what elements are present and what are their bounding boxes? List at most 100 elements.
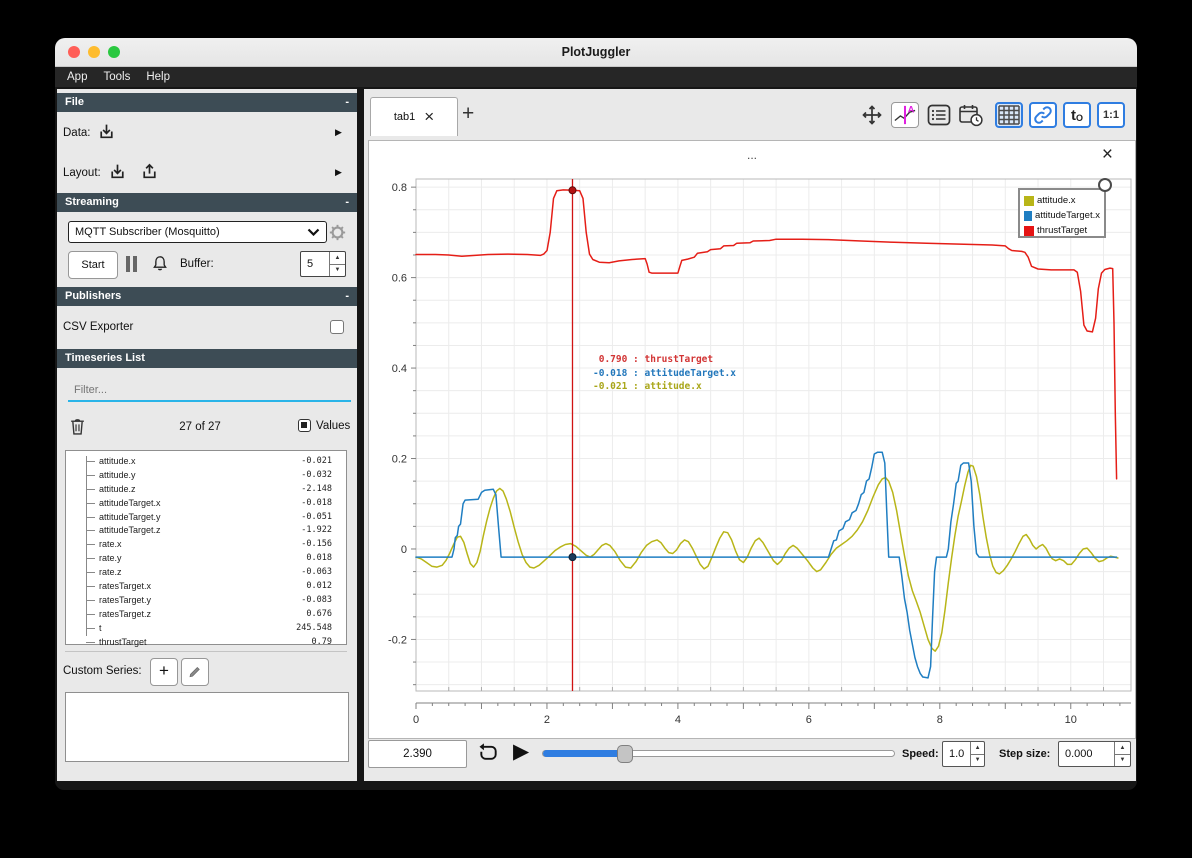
- timeseries-row[interactable]: attitudeTarget.y -0.051: [66, 510, 346, 524]
- timeseries-row[interactable]: rate.z -0.063: [66, 565, 346, 579]
- date-time-icon[interactable]: [957, 102, 985, 128]
- edit-custom-series-button[interactable]: [181, 658, 209, 686]
- buffer-spinbox[interactable]: 5 ▲ ▼: [300, 251, 346, 277]
- section-header-timeseries[interactable]: Timeseries List: [57, 349, 357, 368]
- timeseries-tree[interactable]: attitude.x -0.021 attitude.y -0.032 attitude…: [65, 450, 347, 647]
- timeseries-row[interactable]: rate.y 0.018: [66, 551, 346, 565]
- legend-collapse-handle[interactable]: [1098, 178, 1112, 192]
- chevron-down-icon: [307, 228, 320, 236]
- section-title: Timeseries List: [65, 352, 145, 364]
- menu-tools[interactable]: Tools: [97, 71, 136, 83]
- menu-bar: App Tools Help: [55, 67, 1137, 87]
- list-view-icon[interactable]: [925, 102, 953, 128]
- step-size-value: 0.000: [1065, 748, 1093, 760]
- tracker-dot-thrustTarget: [568, 186, 577, 195]
- svg-text:2: 2: [544, 714, 550, 726]
- timeseries-name: ratesTarget.y: [99, 594, 152, 605]
- save-layout-icon[interactable]: [140, 162, 159, 181]
- timeseries-row[interactable]: attitudeTarget.x -0.018: [66, 496, 346, 510]
- svg-text:8: 8: [937, 714, 943, 726]
- pan-zoom-icon[interactable]: [858, 102, 886, 128]
- timeseries-row[interactable]: attitude.y -0.032: [66, 468, 346, 482]
- timeseries-name: thrustTarget: [99, 636, 147, 647]
- plot-legend[interactable]: attitude.x attitudeTarget.x thrustTarget: [1018, 188, 1106, 238]
- timeseries-name: attitude.z: [99, 483, 136, 494]
- tab-close-icon[interactable]: ×: [424, 108, 434, 125]
- sidebar: File - Data: ▶ Layout: ▶ Streaming - MQT…: [57, 89, 357, 781]
- play-button[interactable]: ▶: [513, 739, 529, 764]
- filter-input[interactable]: [68, 380, 351, 402]
- timeseries-value: -0.021: [301, 455, 332, 466]
- svg-text:0.4: 0.4: [392, 363, 407, 375]
- timeseries-row[interactable]: thrustTarget 0.79: [66, 635, 346, 649]
- collapse-icon[interactable]: -: [345, 93, 349, 112]
- gear-icon[interactable]: [329, 224, 346, 241]
- timeseries-row[interactable]: ratesTarget.x 0.012: [66, 579, 346, 593]
- main-area: tab1 × + A t O 1:1 ... × 0 2 4 6 8 10 -0…: [364, 89, 1136, 781]
- curve-tracker-icon[interactable]: A: [891, 102, 919, 128]
- tracker-dot-attitudeTarget.x: [568, 553, 577, 562]
- start-button[interactable]: Start: [68, 251, 118, 279]
- svg-text:0.2: 0.2: [392, 454, 407, 466]
- spin-down-icon[interactable]: ▼: [330, 265, 345, 277]
- collapse-icon[interactable]: -: [345, 287, 349, 306]
- playback-slider[interactable]: [542, 750, 895, 757]
- zoom-1-1-icon[interactable]: 1:1: [1097, 102, 1125, 128]
- speed-spin-arrows[interactable]: ▲ ▼: [970, 742, 984, 766]
- section-header-publishers[interactable]: Publishers -: [57, 287, 357, 306]
- legend-entry[interactable]: attitude.x: [1024, 193, 1100, 208]
- speed-spinbox[interactable]: 1.0 ▲ ▼: [942, 741, 985, 767]
- time-offset-icon[interactable]: tO: [1063, 102, 1091, 128]
- pencil-icon: [189, 666, 200, 678]
- playback-time-field[interactable]: 2.390: [368, 740, 467, 768]
- pause-icon[interactable]: [126, 256, 138, 272]
- timeseries-row[interactable]: t 245.548: [66, 621, 346, 635]
- step-spin-arrows[interactable]: ▲ ▼: [1114, 742, 1130, 766]
- legend-entry[interactable]: attitudeTarget.x: [1024, 208, 1100, 223]
- spin-down-icon[interactable]: ▼: [971, 755, 984, 767]
- streaming-source-select[interactable]: MQTT Subscriber (Mosquitto): [68, 221, 327, 243]
- grid-view-icon[interactable]: [995, 102, 1023, 128]
- svg-text:10: 10: [1065, 714, 1077, 726]
- series-count: 27 of 27: [179, 421, 221, 433]
- loop-icon[interactable]: [477, 742, 500, 765]
- new-tab-button[interactable]: +: [462, 102, 474, 126]
- tab-tab1[interactable]: tab1 ×: [370, 97, 458, 136]
- load-layout-icon[interactable]: [108, 162, 127, 181]
- section-header-file[interactable]: File -: [57, 93, 357, 112]
- csv-exporter-checkbox[interactable]: [330, 320, 344, 334]
- custom-series-list[interactable]: [65, 692, 349, 762]
- buffer-spin-arrows[interactable]: ▲ ▼: [329, 252, 345, 276]
- trash-icon[interactable]: [69, 417, 86, 436]
- spin-down-icon[interactable]: ▼: [1115, 755, 1130, 767]
- link-axes-icon[interactable]: [1029, 102, 1057, 128]
- timeseries-name: attitudeTarget.z: [99, 525, 161, 536]
- slider-handle[interactable]: [617, 745, 634, 763]
- timeseries-row[interactable]: attitudeTarget.z -1.922: [66, 523, 346, 537]
- bell-icon[interactable]: [151, 255, 169, 272]
- app-window: PlotJuggler App Tools Help File - Data: ▶ …: [55, 38, 1137, 790]
- svg-text:0.6: 0.6: [392, 273, 407, 285]
- values-checkbox[interactable]: [298, 419, 311, 432]
- load-data-icon[interactable]: [97, 122, 116, 141]
- spin-up-icon[interactable]: ▲: [971, 742, 984, 755]
- timeseries-row[interactable]: ratesTarget.y -0.083: [66, 593, 346, 607]
- spin-up-icon[interactable]: ▲: [330, 252, 345, 265]
- timeseries-row[interactable]: ratesTarget.z 0.676: [66, 607, 346, 621]
- menu-help[interactable]: Help: [140, 71, 176, 83]
- step-size-spinbox[interactable]: 0.000 ▲ ▼: [1058, 741, 1131, 767]
- collapse-icon[interactable]: -: [345, 193, 349, 212]
- timeseries-row[interactable]: rate.x -0.156: [66, 537, 346, 551]
- data-label: Data:: [63, 127, 91, 139]
- timeseries-row[interactable]: attitude.z -2.148: [66, 482, 346, 496]
- timeseries-row[interactable]: attitude.x -0.021: [66, 454, 346, 468]
- legend-entry[interactable]: thrustTarget: [1024, 223, 1100, 238]
- add-custom-series-button[interactable]: +: [150, 658, 178, 686]
- section-header-streaming[interactable]: Streaming -: [57, 193, 357, 212]
- legend-label: attitudeTarget.x: [1035, 210, 1100, 221]
- custom-series-label: Custom Series:: [63, 665, 142, 677]
- spin-up-icon[interactable]: ▲: [1115, 742, 1130, 755]
- menu-app[interactable]: App: [61, 71, 93, 83]
- layout-expand-arrow[interactable]: ▶: [335, 167, 342, 178]
- data-expand-arrow[interactable]: ▶: [335, 127, 342, 138]
